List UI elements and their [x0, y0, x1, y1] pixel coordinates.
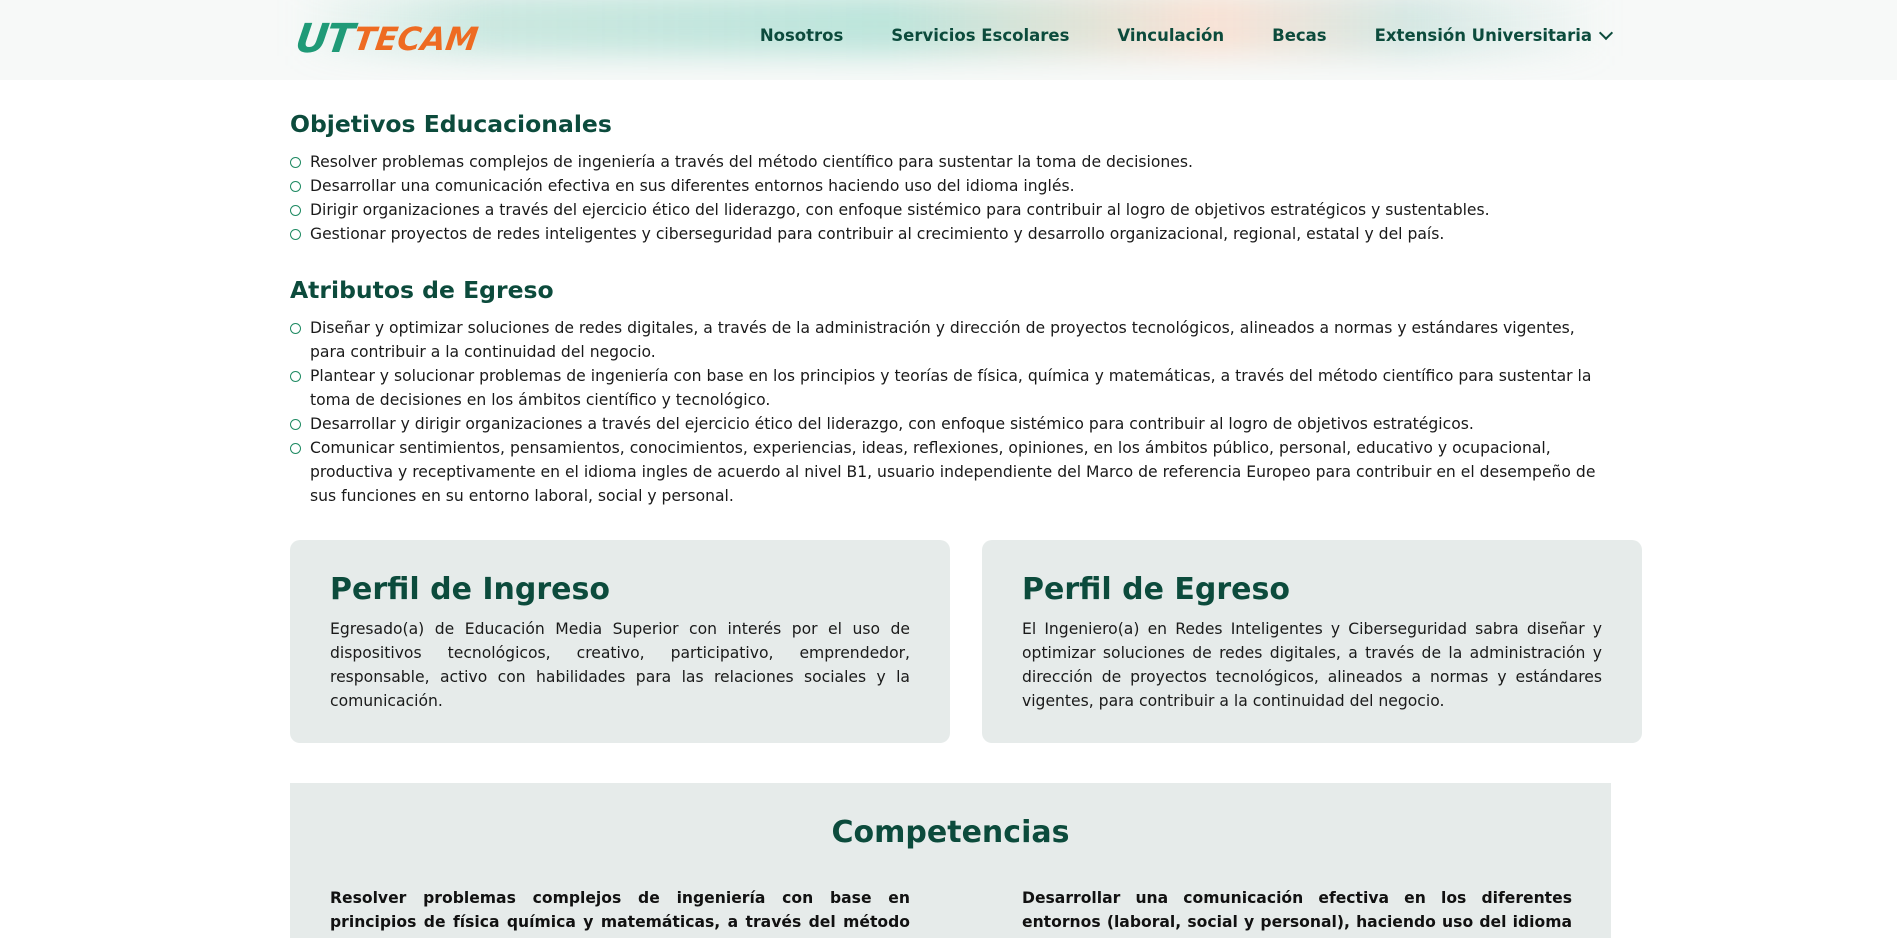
nav-servicios-escolares-label: Servicios Escolares	[891, 26, 1070, 45]
list-item-text: Plantear y solucionar problemas de ingen…	[310, 367, 1592, 409]
circle-bullet-icon	[290, 205, 301, 216]
logo-ut-text: UT	[292, 16, 355, 62]
circle-bullet-icon	[290, 229, 301, 240]
list-item: Diseñar y optimizar soluciones de redes …	[290, 316, 1610, 364]
circle-bullet-icon	[290, 443, 301, 454]
objetivos-list: Resolver problemas complejos de ingenier…	[290, 150, 1610, 246]
list-item-text: Dirigir organizaciones a través del ejer…	[310, 201, 1490, 219]
list-item-text: Desarrollar una comunicación efectiva en…	[310, 177, 1075, 195]
list-item-text: Gestionar proyectos de redes inteligente…	[310, 225, 1445, 243]
nav-becas-label: Becas	[1272, 26, 1327, 45]
competencia-item: Desarrollar una comunicación efectiva en…	[1022, 889, 1572, 938]
perfil-ingreso-text: Egresado(a) de Educación Media Superior …	[330, 620, 910, 710]
circle-bullet-icon	[290, 419, 301, 430]
list-item: Plantear y solucionar problemas de ingen…	[290, 364, 1610, 412]
circle-bullet-icon	[290, 181, 301, 192]
perfil-ingreso-card: Perfil de Ingreso Egresado(a) de Educaci…	[290, 540, 950, 743]
logo-tecam-text: TECAM	[351, 20, 481, 58]
nav-nosotros[interactable]: Nosotros	[760, 26, 843, 45]
competencia-item: Resolver problemas complejos de ingenier…	[330, 889, 910, 938]
perfil-egreso-card: Perfil de Egreso El Ingeniero(a) en Rede…	[982, 540, 1642, 743]
nav-vinculacion[interactable]: Vinculación	[1117, 26, 1224, 45]
perfil-ingreso-title: Perfil de Ingreso	[330, 572, 610, 607]
list-item: Dirigir organizaciones a través del ejer…	[290, 198, 1610, 222]
competencias-title: Competencias	[831, 815, 1070, 850]
list-item: Desarrollar y dirigir organizaciones a t…	[290, 412, 1610, 436]
nav-becas[interactable]: Becas	[1272, 26, 1327, 45]
uttecam-logo[interactable]: UT TECAM	[292, 16, 481, 62]
nav-nosotros-label: Nosotros	[759, 26, 844, 45]
list-item: Desarrollar una comunicación efectiva en…	[290, 174, 1610, 198]
perfil-egreso-title: Perfil de Egreso	[1022, 572, 1290, 607]
nav-extension-universitaria[interactable]: Extensión Universitaria	[1374, 25, 1614, 45]
nav-extension-universitaria-label: Extensión Universitaria	[1374, 26, 1592, 45]
nav-vinculacion-label: Vinculación	[1117, 26, 1225, 45]
site-header: UT TECAM Nosotros Servicios Escolares Vi…	[0, 0, 1897, 80]
circle-bullet-icon	[290, 371, 301, 382]
atributos-title: Atributos de Egreso	[290, 276, 554, 304]
list-item: Gestionar proyectos de redes inteligente…	[290, 222, 1610, 246]
nav-servicios-escolares[interactable]: Servicios Escolares	[891, 26, 1069, 45]
list-item: Comunicar sentimientos, pensamientos, co…	[290, 436, 1610, 508]
main-nav: Nosotros Servicios Escolares Vinculación…	[760, 25, 1614, 45]
list-item-text: Desarrollar y dirigir organizaciones a t…	[310, 415, 1474, 433]
list-item: Resolver problemas complejos de ingenier…	[290, 150, 1610, 174]
list-item-text: Comunicar sentimientos, pensamientos, co…	[310, 439, 1596, 505]
atributos-section: Atributos de Egreso Diseñar y optimizar …	[290, 276, 1610, 508]
list-item-text: Resolver problemas complejos de ingenier…	[310, 153, 1193, 171]
objetivos-section: Objetivos Educacionales Resolver problem…	[290, 110, 1610, 246]
circle-bullet-icon	[290, 323, 301, 334]
main-content: Objetivos Educacionales Resolver problem…	[290, 110, 1610, 508]
circle-bullet-icon	[290, 157, 301, 168]
objetivos-title: Objetivos Educacionales	[290, 110, 612, 138]
perfil-egreso-text: El Ingeniero(a) en Redes Inteligentes y …	[1022, 620, 1602, 710]
competencias-section: Competencias Resolver problemas complejo…	[290, 783, 1611, 938]
atributos-list: Diseñar y optimizar soluciones de redes …	[290, 316, 1610, 508]
chevron-down-icon	[1598, 25, 1614, 41]
list-item-text: Diseñar y optimizar soluciones de redes …	[310, 319, 1575, 361]
